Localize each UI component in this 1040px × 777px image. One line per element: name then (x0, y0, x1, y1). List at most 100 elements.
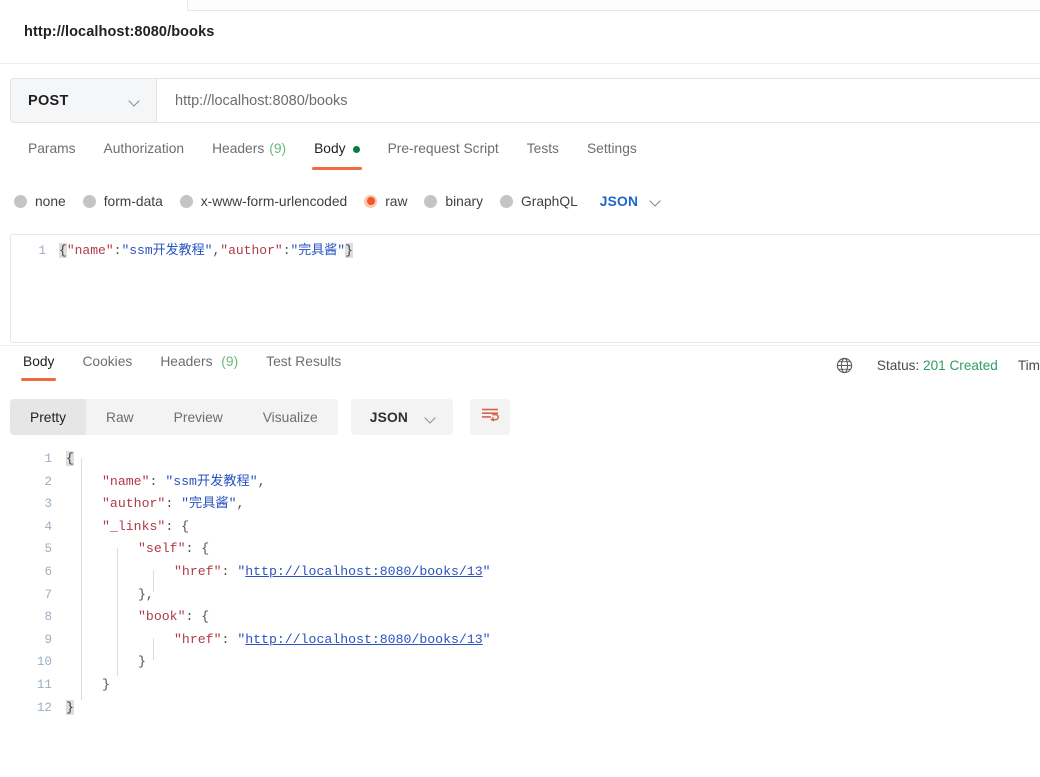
body-type-raw[interactable]: raw (364, 194, 407, 209)
radio-icon (82, 194, 96, 208)
line-number: 5 (44, 542, 52, 557)
json-token: } (138, 654, 146, 670)
json-token: "self" (138, 541, 186, 557)
url-input[interactable]: http://localhost:8080/books (157, 79, 1040, 122)
body-type-none[interactable]: none (14, 194, 66, 209)
json-token: }, (138, 586, 154, 602)
response-code-text: { (66, 448, 74, 471)
status-label-text: Status: (876, 357, 920, 373)
json-close-brace: } (345, 243, 353, 258)
response-body[interactable]: 1{2 "name": "ssm开发教程", 3 "author": "完具酱", 4 "… (0, 448, 1040, 777)
line-number: 4 (44, 519, 52, 534)
body-type-x-www-form-urlencoded[interactable]: x-www-form-urlencoded (179, 194, 347, 209)
line-number: 6 (44, 564, 52, 579)
tab-strip-stub (187, 0, 1040, 11)
response-code-line: 2 "name": "ssm开发教程", (0, 471, 1040, 494)
response-tab-label: Cookies (82, 354, 133, 369)
json-token: : (221, 563, 238, 579)
view-mode-raw[interactable]: Raw (86, 399, 154, 435)
response-code-text: } (66, 674, 110, 697)
json-token: { (66, 451, 74, 466)
request-tab-settings[interactable]: Settings (573, 138, 651, 172)
response-tab-headers[interactable]: Headers (9) (146, 352, 252, 382)
body-type-binary[interactable]: binary (424, 194, 483, 209)
json-token: } (102, 676, 110, 692)
code-fold-rail (81, 458, 82, 700)
radio-icon (179, 194, 193, 208)
line-number: 11 (36, 677, 52, 692)
json-value-name: "ssm开发教程" (121, 243, 213, 258)
json-key-author: "author" (220, 243, 283, 258)
request-tab-body[interactable]: Body (300, 138, 373, 172)
response-link[interactable]: http://localhost:8080/books/13 (245, 564, 482, 579)
request-title: http://localhost:8080/books (24, 24, 215, 40)
chevron-down-icon (650, 197, 663, 205)
response-format-select[interactable]: JSON (350, 399, 454, 435)
response-code-text: "author": "完具酱", (66, 493, 244, 516)
http-method-select[interactable]: POST (11, 79, 157, 122)
code-fold-rail (153, 638, 154, 660)
json-token: "_links" (102, 518, 166, 534)
response-code-text: "href": "http://localhost:8080/books/13" (66, 629, 491, 652)
request-body-code[interactable]: {"name":"ssm开发教程","author":"完具酱"} (59, 240, 353, 262)
json-token: : (165, 496, 182, 512)
response-tab-test-results[interactable]: Test Results (252, 352, 355, 382)
response-tab-body[interactable]: Body (9, 352, 68, 382)
request-tab-params[interactable]: Params (14, 138, 90, 172)
body-type-graphql[interactable]: GraphQL (500, 194, 578, 209)
response-divider (0, 345, 1040, 346)
request-tab-pre-request-script[interactable]: Pre-request Script (374, 138, 513, 172)
body-modified-dot (352, 146, 360, 153)
response-code-text: }, (66, 584, 154, 607)
response-code-line: 9 "href": "http://localhost:8080/books/13… (0, 629, 1040, 652)
json-token: "ssm开发教程" (165, 473, 258, 489)
request-tab-label: Tests (526, 141, 559, 156)
body-format-select[interactable]: JSON (600, 194, 663, 209)
json-token: , (257, 473, 266, 489)
response-tab-cookies[interactable]: Cookies (68, 352, 146, 382)
request-code-line: 1 {"name":"ssm开发教程","author":"完具酱"} (11, 235, 1040, 258)
json-token: " (482, 563, 491, 579)
body-type-form-data[interactable]: form-data (82, 193, 163, 209)
body-type-options: none form-data x-www-form-urlencoded raw bin… (14, 188, 663, 214)
line-number: 12 (36, 700, 52, 715)
json-token: "href" (174, 563, 222, 579)
response-code-line: 3 "author": "完具酱", (0, 493, 1040, 516)
view-mode-visualize[interactable]: Visualize (243, 399, 338, 435)
response-code-line: 7}, (0, 584, 1040, 607)
word-wrap-button[interactable] (470, 399, 511, 435)
line-number: 8 (44, 610, 52, 625)
line-number: 9 (44, 632, 52, 647)
json-token: : (221, 631, 238, 647)
line-number: 2 (44, 474, 52, 489)
line-number: 1 (38, 244, 46, 258)
json-token: " (482, 631, 491, 647)
request-tab-authorization[interactable]: Authorization (90, 138, 199, 172)
http-method-label: POST (28, 92, 69, 109)
response-code-line: 1{ (0, 448, 1040, 471)
request-tab-tests[interactable]: Tests (513, 138, 573, 172)
response-code-line: 10} (0, 651, 1040, 674)
time-label: Tim (1017, 357, 1040, 373)
radio-icon (14, 194, 27, 208)
request-tab-headers[interactable]: Headers (9) (198, 138, 300, 172)
request-body-editor[interactable]: 1 {"name":"ssm开发教程","author":"完具酱"} (10, 234, 1040, 343)
response-link[interactable]: http://localhost:8080/books/13 (245, 632, 482, 647)
view-mode-pretty[interactable]: Pretty (10, 399, 87, 435)
body-type-label: none (35, 193, 66, 209)
body-type-label: raw (385, 193, 408, 209)
response-tab-label: Body (23, 354, 55, 369)
body-type-label: form-data (103, 193, 163, 209)
json-token: "完具酱" (181, 496, 237, 512)
response-code-line: 6 "href": "http://localhost:8080/books/13… (0, 561, 1040, 584)
response-view-modes: Pretty Raw Preview Visualize (10, 399, 338, 435)
request-tabs: Params Authorization Headers (9) Body Pre-req… (0, 138, 1040, 174)
request-tab-label: Headers (212, 141, 265, 156)
body-type-label: GraphQL (521, 193, 578, 209)
json-key-name: "name" (66, 243, 114, 258)
json-open-brace: { (59, 243, 67, 258)
radio-icon (364, 194, 378, 208)
view-mode-preview[interactable]: Preview (154, 399, 243, 435)
request-tab-label: Params (28, 141, 76, 156)
json-colon: : (282, 243, 291, 258)
